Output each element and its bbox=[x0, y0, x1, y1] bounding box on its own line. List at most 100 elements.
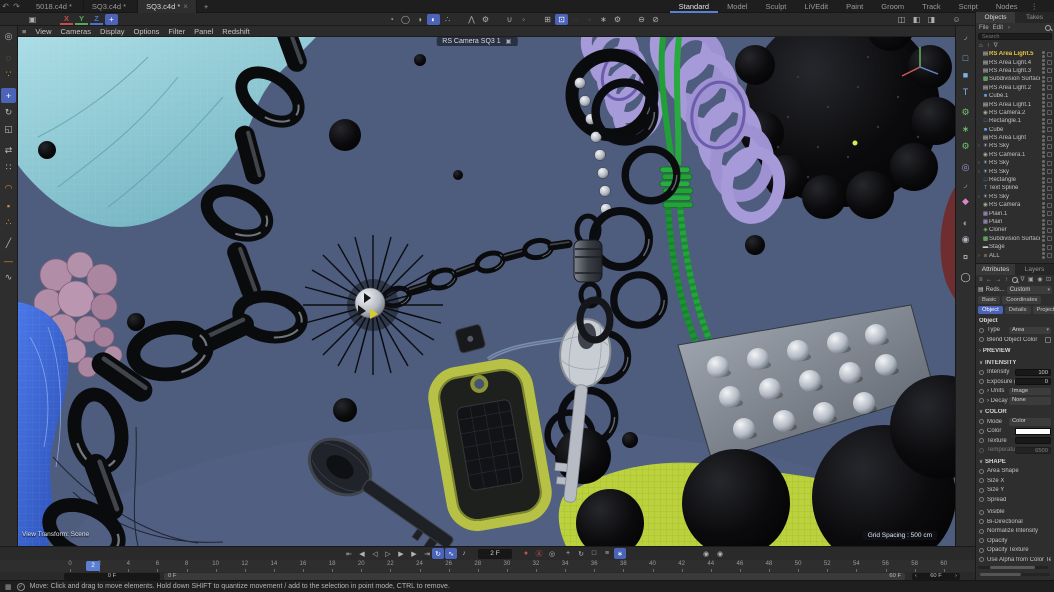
attribute-row[interactable]: › Units Image bbox=[976, 387, 1054, 397]
layout-tab[interactable]: Track bbox=[913, 0, 949, 13]
object-tree-row[interactable]: ◈ Cloner bbox=[976, 226, 1054, 234]
spline-pen-icon[interactable]: ◞ bbox=[958, 29, 973, 44]
character-icon[interactable]: ⋀ bbox=[465, 14, 478, 25]
frame-tick[interactable]: 30 bbox=[501, 560, 513, 572]
frame-tick[interactable]: 38 bbox=[617, 560, 629, 572]
layout-tab[interactable]: Paint bbox=[837, 0, 872, 13]
object-name[interactable]: RS Area Light.4 bbox=[989, 60, 1040, 66]
spline-point-icon[interactable]: ∴ bbox=[1, 215, 16, 230]
panel-tab[interactable]: Takes bbox=[1015, 12, 1054, 23]
attribute-row[interactable]: Texture bbox=[976, 436, 1054, 446]
up-icon[interactable]: ↑ bbox=[1005, 277, 1008, 283]
panel-tab[interactable]: Layers bbox=[1015, 264, 1054, 275]
magnet-icon[interactable]: ∪ bbox=[503, 14, 516, 25]
keyframe-dot-icon[interactable] bbox=[979, 337, 984, 342]
visibility-dots-icon[interactable] bbox=[1042, 168, 1045, 171]
visibility-dots-icon[interactable] bbox=[1042, 67, 1045, 70]
section-arrow-icon[interactable] bbox=[979, 348, 981, 354]
object-name[interactable]: Rectangle.1 bbox=[989, 118, 1040, 124]
object-name[interactable]: RS Area Light.1 bbox=[989, 102, 1040, 108]
visibility-dots-icon[interactable] bbox=[1042, 177, 1045, 180]
object-tree-row[interactable]: T Text Spline bbox=[976, 184, 1054, 192]
attribute-row[interactable]: Use Alpha from Color Textur bbox=[976, 555, 1054, 565]
render-tag-icon[interactable] bbox=[1047, 178, 1052, 183]
render-tag-icon[interactable] bbox=[1047, 110, 1052, 115]
loop-icon[interactable]: ↻ bbox=[432, 548, 444, 559]
object-name[interactable]: RS Camera.2 bbox=[989, 110, 1040, 116]
attribute-row[interactable]: Color bbox=[976, 427, 1054, 437]
frame-tick[interactable]: 4 bbox=[122, 560, 134, 572]
new-tab-button[interactable]: + bbox=[197, 2, 215, 11]
search-icon[interactable] bbox=[1012, 277, 1018, 283]
frame-tick[interactable]: 18 bbox=[326, 560, 338, 572]
object-tree-row[interactable]: ☀ RS Sky bbox=[976, 142, 1054, 150]
objects-search-input[interactable] bbox=[978, 33, 1052, 40]
attribute-value[interactable]: Area bbox=[1009, 327, 1051, 335]
attribute-value[interactable]: 0 bbox=[1015, 378, 1051, 385]
frame-tick[interactable]: 46 bbox=[734, 560, 746, 572]
disable-icon[interactable]: ⊘ bbox=[649, 14, 662, 25]
attribute-row[interactable]: COLOR bbox=[976, 408, 1054, 418]
record-rotation-icon[interactable]: ↻ bbox=[575, 548, 587, 559]
frame-tick[interactable]: 12 bbox=[239, 560, 251, 572]
quantize-options-icon[interactable]: ◦ bbox=[583, 14, 596, 25]
frame-tick[interactable]: 44 bbox=[705, 560, 717, 572]
redo-icon[interactable]: ↷ bbox=[11, 2, 22, 11]
filter-icon[interactable]: ∇ bbox=[1021, 276, 1025, 283]
attribute-row[interactable]: Blend Object Color bbox=[976, 335, 1054, 345]
quantize-icon[interactable]: ◌ bbox=[569, 14, 582, 25]
mode-label[interactable]: Reds... bbox=[986, 287, 1005, 293]
viewport-zoom-icon[interactable]: ◎ bbox=[1, 29, 16, 44]
layout-tab[interactable]: Groom bbox=[872, 0, 913, 13]
spline-arc-icon[interactable]: ◠ bbox=[1, 181, 16, 196]
object-tree-row[interactable]: □ Rectangle bbox=[976, 176, 1054, 184]
keyframe-settings-icon[interactable]: ◎ bbox=[546, 548, 558, 559]
attribute-value[interactable]: Color bbox=[1009, 418, 1051, 426]
keyframe-dot-icon[interactable] bbox=[979, 419, 984, 424]
attribute-row[interactable]: Size X bbox=[976, 476, 1054, 486]
render-queue-window-icon[interactable]: ◫ bbox=[895, 14, 908, 25]
attribute-value[interactable]: Image bbox=[1009, 388, 1051, 396]
close-tab-icon[interactable]: × bbox=[183, 2, 188, 11]
record-position-icon[interactable]: + bbox=[562, 548, 574, 559]
current-frame-field[interactable]: 2 F bbox=[478, 549, 512, 559]
sound-icon[interactable]: ♪ bbox=[458, 548, 470, 559]
attribute-row[interactable]: Opacity bbox=[976, 536, 1054, 546]
magnet-tool-icon[interactable]: ∿ bbox=[1, 270, 16, 285]
visibility-dots-icon[interactable] bbox=[1042, 202, 1045, 205]
render-tag-icon[interactable] bbox=[1047, 211, 1052, 216]
object-tree-row[interactable]: ▦ Plain bbox=[976, 218, 1054, 226]
search-icon[interactable] bbox=[1045, 25, 1051, 31]
render-view-icon[interactable]: ◔ bbox=[385, 14, 398, 25]
object-name[interactable]: RS Sky bbox=[989, 169, 1040, 175]
visibility-dots-icon[interactable] bbox=[1042, 185, 1045, 188]
render-tag-icon[interactable] bbox=[1047, 144, 1052, 149]
subdivision-surface-icon[interactable]: ⚙ bbox=[958, 105, 973, 120]
attribute-value[interactable]: None bbox=[1009, 397, 1051, 405]
visibility-dots-icon[interactable] bbox=[1042, 151, 1045, 154]
snap-icon[interactable]: ⊡ bbox=[555, 14, 568, 25]
object-tree-row[interactable]: ≡ ALL bbox=[976, 251, 1054, 259]
environment-icon[interactable]: ◐ bbox=[958, 215, 973, 230]
visibility-dots-icon[interactable] bbox=[1042, 193, 1045, 196]
playback-ramp-icon[interactable]: ∿ bbox=[445, 548, 457, 559]
object-tree-row[interactable]: ◉ RS Camera.2 bbox=[976, 109, 1054, 117]
character-options-icon[interactable]: ⚙ bbox=[479, 14, 492, 25]
frame-tick[interactable]: 32 bbox=[530, 560, 542, 572]
render-tag-icon[interactable] bbox=[1047, 253, 1052, 258]
render-tag-icon[interactable] bbox=[1047, 68, 1052, 73]
layout-menu-icon[interactable]: ⋮ bbox=[1027, 2, 1043, 11]
keyframe-dot-icon[interactable] bbox=[979, 389, 984, 394]
viewport-menu-item[interactable]: Panel bbox=[194, 27, 213, 36]
play-button[interactable]: ▷ bbox=[382, 548, 394, 559]
attribute-row[interactable]: Exposure (EV) 0 bbox=[976, 377, 1054, 387]
object-tree-row[interactable]: ▦ Plain.1 bbox=[976, 209, 1054, 217]
object-tree-row[interactable]: ▩ Subdivision Surface.1 bbox=[976, 75, 1054, 83]
panel-tab[interactable]: Attributes bbox=[976, 264, 1015, 275]
render-to-picture-viewer-icon[interactable]: ◯ bbox=[399, 14, 412, 25]
attr-menu-icon[interactable]: ≡ bbox=[979, 277, 983, 283]
mode-icon[interactable]: ◉ bbox=[1037, 276, 1042, 283]
object-name[interactable]: Stage bbox=[989, 244, 1040, 250]
document-tab[interactable]: SQ3.c4d * × bbox=[138, 0, 197, 13]
preset-dropdown[interactable]: Custom bbox=[1007, 286, 1052, 294]
